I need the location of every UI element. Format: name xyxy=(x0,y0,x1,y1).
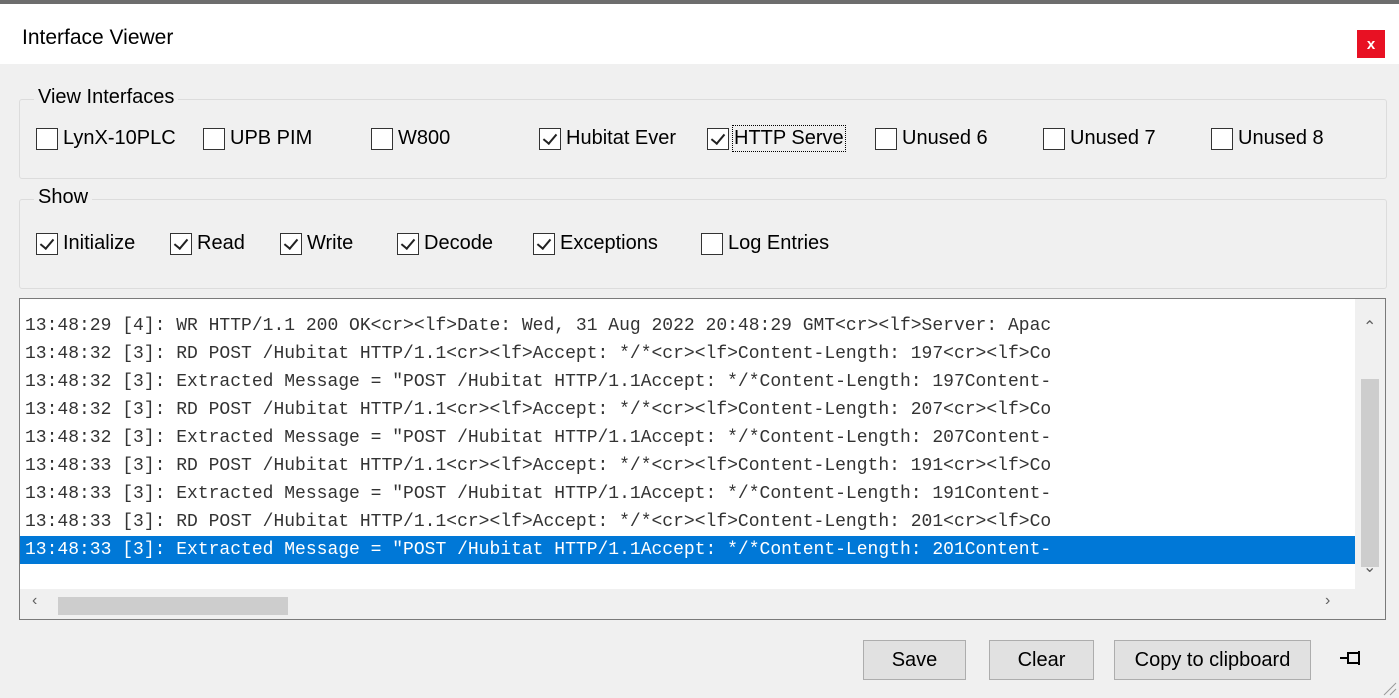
close-button[interactable]: x xyxy=(1357,30,1385,58)
interface-checkbox-upb-pim[interactable]: UPB PIM xyxy=(203,127,312,150)
checkbox-label: Unused 6 xyxy=(902,127,988,149)
title-bar[interactable]: Interface Viewer x xyxy=(0,4,1399,64)
checkbox-label: Initialize xyxy=(63,232,136,254)
log-line[interactable]: 13:48:33 [3]: RD POST /Hubitat HTTP/1.1<… xyxy=(20,508,1356,536)
show-checkbox-exceptions[interactable]: Exceptions xyxy=(533,232,658,255)
log-line[interactable]: 13:48:32 [3]: RD POST /Hubitat HTTP/1.1<… xyxy=(20,396,1356,424)
checkbox-box[interactable] xyxy=(875,127,897,150)
interface-checkbox-w800[interactable]: W800 xyxy=(371,127,450,150)
checkbox-label: Log Entries xyxy=(728,232,830,254)
window-title: Interface Viewer xyxy=(22,26,174,49)
checkbox-box[interactable] xyxy=(539,127,561,150)
log-line-selected[interactable]: 13:48:33 [3]: Extracted Message = "POST … xyxy=(20,536,1356,564)
interface-checkbox-http-serve[interactable]: HTTP Serve xyxy=(707,125,846,152)
checkbox-label: UPB PIM xyxy=(230,127,313,149)
scroll-up-arrow-icon[interactable]: ⌃ xyxy=(1363,317,1376,337)
checkbox-label: Hubitat Ever xyxy=(566,127,677,149)
log-lines: 13:48:29 [4]: WR HTTP/1.1 200 OK<cr><lf>… xyxy=(20,312,1356,564)
show-checkbox-decode[interactable]: Decode xyxy=(397,232,493,255)
checkbox-box[interactable] xyxy=(170,232,192,255)
checkbox-label: Unused 7 xyxy=(1070,127,1156,149)
checkbox-box[interactable] xyxy=(533,232,555,255)
show-group: Show Initialize Read Write Decode Except… xyxy=(19,186,1387,289)
interface-checkbox-lynx-10plc[interactable]: LynX-10PLC xyxy=(36,127,176,150)
checkbox-box[interactable] xyxy=(36,127,58,150)
checkbox-label: Read xyxy=(197,232,245,254)
scroll-down-arrow-icon[interactable]: ⌄ xyxy=(1363,557,1376,577)
scroll-right-arrow-icon[interactable]: › xyxy=(1325,592,1330,610)
log-line[interactable]: 13:48:29 [4]: WR HTTP/1.1 200 OK<cr><lf>… xyxy=(20,312,1356,340)
resize-grip-icon[interactable] xyxy=(1381,680,1397,696)
vertical-scrollbar[interactable]: ⌃ ⌄ xyxy=(1355,299,1385,589)
horizontal-scrollbar[interactable]: ‹ › xyxy=(20,589,1385,619)
scroll-left-arrow-icon[interactable]: ‹ xyxy=(32,592,37,610)
log-line[interactable]: 13:48:33 [3]: Extracted Message = "POST … xyxy=(20,480,1356,508)
checkbox-box[interactable] xyxy=(707,127,729,150)
clear-button[interactable]: Clear xyxy=(989,640,1094,680)
show-legend: Show xyxy=(34,186,93,209)
show-checkbox-initialize[interactable]: Initialize xyxy=(36,232,135,255)
interface-checkbox-unused-7[interactable]: Unused 7 xyxy=(1043,127,1156,150)
log-line[interactable]: 13:48:32 [3]: Extracted Message = "POST … xyxy=(20,368,1356,396)
show-checkbox-log-entries[interactable]: Log Entries xyxy=(701,232,829,255)
log-line[interactable]: 13:48:33 [3]: RD POST /Hubitat HTTP/1.1<… xyxy=(20,452,1356,480)
vertical-scroll-thumb[interactable] xyxy=(1361,379,1379,567)
checkbox-label: Unused 8 xyxy=(1238,127,1324,149)
checkbox-label: Exceptions xyxy=(560,232,658,254)
checkbox-box[interactable] xyxy=(36,232,58,255)
view-interfaces-legend: View Interfaces xyxy=(34,86,179,109)
log-listbox[interactable]: 13:48:29 [4]: WR HTTP/1.1 200 OK<cr><lf>… xyxy=(19,298,1386,620)
checkbox-box[interactable] xyxy=(203,127,225,150)
pin-icon[interactable] xyxy=(1339,648,1363,674)
view-interfaces-group: View Interfaces LynX-10PLC UPB PIM W800 … xyxy=(19,86,1387,179)
checkbox-label: W800 xyxy=(398,127,451,149)
checkbox-box[interactable] xyxy=(371,127,393,150)
checkbox-box[interactable] xyxy=(280,232,302,255)
checkbox-label: HTTP Serve xyxy=(732,125,846,152)
checkbox-label: Decode xyxy=(424,232,493,254)
horizontal-scroll-thumb[interactable] xyxy=(58,597,288,615)
show-checkbox-read[interactable]: Read xyxy=(170,232,245,255)
log-line[interactable]: 13:48:32 [3]: RD POST /Hubitat HTTP/1.1<… xyxy=(20,340,1356,368)
checkbox-label: Write xyxy=(307,232,354,254)
log-line[interactable]: 13:48:32 [3]: Extracted Message = "POST … xyxy=(20,424,1356,452)
show-checkbox-write[interactable]: Write xyxy=(280,232,353,255)
checkbox-box[interactable] xyxy=(701,232,723,255)
copy-to-clipboard-button[interactable]: Copy to clipboard xyxy=(1114,640,1311,680)
checkbox-box[interactable] xyxy=(1211,127,1233,150)
checkbox-label: LynX-10PLC xyxy=(63,127,176,149)
interface-checkbox-unused-8[interactable]: Unused 8 xyxy=(1211,127,1324,150)
checkbox-box[interactable] xyxy=(397,232,419,255)
checkbox-box[interactable] xyxy=(1043,127,1065,150)
interface-checkbox-unused-6[interactable]: Unused 6 xyxy=(875,127,988,150)
save-button[interactable]: Save xyxy=(863,640,966,680)
interface-checkbox-hubitat-ever[interactable]: Hubitat Ever xyxy=(539,127,676,150)
